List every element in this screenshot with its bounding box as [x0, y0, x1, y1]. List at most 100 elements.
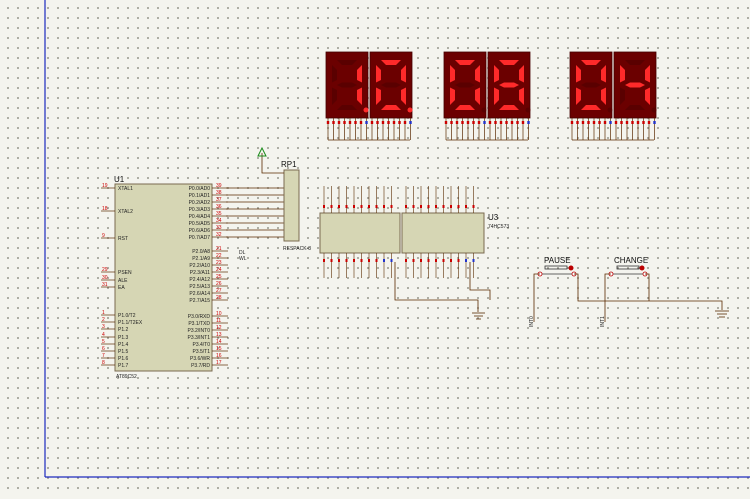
latch-pin-marker-top [472, 205, 475, 208]
latch-pin-marker-top [450, 205, 452, 208]
button-ground [574, 273, 729, 318]
mcu-pin-label: P1.0/T2 [118, 313, 136, 319]
latch-pin-marker-top [353, 205, 355, 208]
mcu-pin-label: P3.1/TXD [188, 321, 210, 327]
disp-mid-pin-marker [505, 121, 508, 124]
rp1-part-label: RESPACK-8 [283, 246, 311, 252]
disp-right-pin-marker [587, 121, 590, 124]
disp-right-pin-marker [576, 121, 579, 124]
latch-pin-marker-top [338, 205, 340, 208]
mcu-pin-label: EA [118, 285, 125, 291]
schematic-canvas[interactable]: U1 AT89C52 19 XTAL1 18 XTAL2 9 RST 29 PSEN 30 ALE… [0, 0, 750, 494]
disp-left-pin-marker [326, 121, 330, 124]
latch-pin-marker-bottom [390, 259, 393, 262]
seven-segment-display-middle[interactable] [443, 51, 531, 141]
mcu-pin-number: 13 [216, 332, 222, 338]
disp-right-pin-marker [636, 121, 640, 124]
latch-pin-marker-top [427, 205, 430, 208]
disp-mid-pin-marker [494, 121, 497, 124]
disp-right-pin-marker [631, 121, 634, 124]
latch-pin-marker-bottom [323, 259, 325, 262]
disp-mid-dp-2 [525, 107, 531, 113]
mcu-pin-label: P0.1/AD1 [189, 193, 211, 199]
mcu-pin-number: 30 [102, 275, 108, 281]
disp-left-pin-marker [381, 121, 385, 124]
disp-left-dp-1 [363, 107, 369, 113]
latch-pin-marker-bottom [435, 259, 437, 262]
mcu-pin-label: P0.5/AD5 [189, 221, 211, 227]
mcu-pin-number: 35 [216, 211, 222, 217]
latch-pin-marker-top [465, 205, 467, 208]
resistor-pack-rp1[interactable]: RP1 RESPACK-8 [257, 146, 311, 252]
disp-right-pin-marker [653, 121, 656, 124]
latch-pin-marker-bottom [360, 259, 363, 262]
disp-left-dp-2 [407, 107, 413, 113]
latch-pin-marker-bottom [330, 259, 333, 262]
ground-wiring [394, 262, 491, 320]
disp-right-pin-marker [581, 121, 585, 124]
mcu-pin-label: P0.0/AD0 [189, 186, 211, 192]
mcu-pin-label: XTAL1 [118, 186, 133, 192]
disp-right-pin-marker [614, 121, 618, 124]
mcu-pin-label: P2.4/A12 [189, 277, 210, 283]
mcu-pin-number: 25 [216, 274, 222, 280]
mcu-pin-number: 24 [216, 267, 222, 273]
mcu-pin-label: P0.6/AD6 [189, 228, 211, 234]
mcu-pin-label: P0.2/AD2 [189, 200, 211, 206]
disp-left-pin-marker [392, 121, 396, 124]
change-button[interactable]: CHANGE INT1 [600, 256, 648, 327]
disp-mid-pin-marker [527, 121, 530, 124]
rp1-ref-label: RP1 [281, 160, 297, 169]
mcu-pin-number: 4 [102, 332, 105, 338]
mcu-pin-number: 39 [216, 183, 222, 189]
disp-mid-pin-marker [455, 121, 459, 124]
mcu-pin-label: P2.2/A10 [189, 263, 210, 269]
disp-mid-pin-marker [521, 121, 525, 124]
mcu-pin-label: XTAL2 [118, 209, 133, 215]
mcu-pin-number: 2 [102, 317, 105, 323]
disp-left-pin-marker [343, 121, 346, 124]
mcu-pin-label: P3.5/T1 [192, 349, 210, 355]
schematic-svg[interactable]: U1 AT89C52 19 XTAL118 XTAL29 RST29 PSEN30 ALE… [0, 0, 750, 494]
latch-pin-marker-bottom [383, 259, 385, 262]
disp-left-pin-marker [403, 121, 407, 124]
mcu-pin-label: P1.7 [118, 363, 129, 369]
latch-pin-marker-bottom [427, 259, 430, 262]
mcu-pin-number: 22 [216, 253, 222, 259]
disp-mid-pin-marker [516, 121, 519, 124]
latch-pin-marker-top [375, 205, 378, 208]
pause-button[interactable]: PAUSE INT0 [529, 256, 577, 327]
mcu-pin-label: P2.7/A15 [189, 298, 210, 304]
mcu-pin-number: 33 [216, 225, 222, 231]
disp-mid-pin-marker [488, 121, 492, 124]
latch-pin-marker-bottom [345, 259, 348, 262]
disp-left-pin-marker [398, 121, 401, 124]
disp-mid-pin-marker [444, 121, 448, 124]
mcu-pin-number: 38 [216, 190, 222, 196]
mcu-pin-number: 37 [216, 197, 222, 203]
latch-pin-marker-bottom [450, 259, 452, 262]
latch-u3[interactable]: U3 74HC573 [319, 186, 509, 278]
mcu-pin-label: P3.3/INT1 [187, 335, 210, 341]
seven-segment-display-right[interactable] [569, 51, 657, 141]
mcu-pin-number: 14 [216, 339, 222, 345]
disp-mid-dp-1 [481, 107, 487, 113]
disp-right-pin-marker [609, 121, 612, 124]
mcu-u1[interactable]: U1 AT89C52 19 XTAL118 XTAL29 RST29 PSEN30 ALE… [101, 175, 228, 380]
pause-button-label: PAUSE [544, 256, 571, 265]
disp-right-pin-marker [603, 121, 607, 124]
latch-pin-marker-bottom [375, 259, 378, 262]
mcu-part-label: AT89C52 [116, 374, 137, 380]
mcu-pin-label: P3.2/INT0 [187, 328, 210, 334]
latch-pin-marker-bottom [442, 259, 445, 262]
mcu-pin-label: P2.5/A13 [189, 284, 210, 290]
mcu-pin-number: 5 [102, 339, 105, 345]
seven-segment-display-left[interactable] [325, 51, 413, 141]
mcu-pin-number: 10 [216, 311, 222, 317]
mcu-pin-label: P0.3/AD3 [189, 207, 211, 213]
disp-left-pin-marker [337, 121, 341, 124]
mcu-pin-label: P2.6/A14 [189, 291, 210, 297]
latch-pin-marker-top [435, 205, 437, 208]
change-button-label: CHANGE [614, 256, 648, 265]
latch-pin-marker-bottom [338, 259, 340, 262]
